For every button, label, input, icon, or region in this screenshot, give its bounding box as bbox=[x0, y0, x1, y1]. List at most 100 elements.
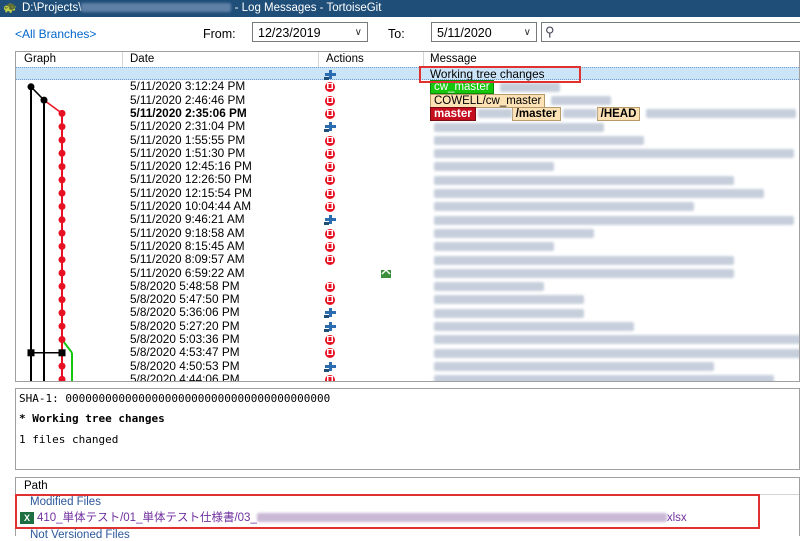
modified-icon bbox=[324, 201, 336, 212]
log-row[interactable]: 5/8/2020 4:50:53 PM bbox=[16, 359, 799, 373]
log-row[interactable]: 5/11/2020 2:46:46 PM COWELL/cw_master bbox=[16, 93, 799, 108]
redacted-message bbox=[434, 122, 604, 132]
graph-node bbox=[58, 123, 66, 131]
title-bar: 🐢 D:\Projects\ - Log Messages - Tortoise… bbox=[0, 0, 800, 17]
redacted-path bbox=[81, 3, 232, 13]
search-input[interactable]: ⚲ bbox=[541, 22, 800, 42]
modified-icon bbox=[324, 135, 336, 146]
redacted-message bbox=[434, 375, 774, 381]
column-graph[interactable]: Graph bbox=[24, 53, 56, 65]
graph-node bbox=[58, 203, 66, 210]
log-list[interactable]: Graph Date Actions Message Working tree … bbox=[15, 51, 800, 382]
redacted-remote bbox=[562, 109, 597, 119]
log-row[interactable]: 5/8/2020 5:48:58 PM bbox=[16, 279, 799, 293]
column-path[interactable]: Path bbox=[24, 480, 48, 492]
log-row[interactable]: 5/11/2020 12:26:50 PM bbox=[16, 173, 799, 186]
commit-date: 5/11/2020 9:18:58 AM bbox=[130, 225, 245, 240]
log-row[interactable]: 5/8/2020 5:03:36 PM bbox=[16, 333, 799, 346]
commit-date: 5/11/2020 2:31:04 PM bbox=[130, 119, 246, 134]
modified-icon bbox=[324, 148, 336, 159]
column-message[interactable]: Message bbox=[430, 53, 477, 65]
log-row[interactable]: 5/11/2020 10:04:44 AM bbox=[16, 200, 799, 213]
commit-date: 5/11/2020 9:46:21 AM bbox=[130, 212, 245, 227]
commit-message bbox=[430, 267, 734, 280]
commit-date: 5/11/2020 2:35:06 PM bbox=[130, 105, 247, 120]
commit-details-pane[interactable]: SHA-1: 000000000000000000000000000000000… bbox=[15, 388, 800, 470]
commit-icon bbox=[324, 69, 336, 80]
log-row[interactable]: 5/11/2020 12:45:16 PM bbox=[16, 160, 799, 173]
commit-date: 5/8/2020 4:53:47 PM bbox=[130, 345, 240, 360]
modified-icon bbox=[324, 174, 336, 186]
commit-date: 5/11/2020 8:15:45 AM bbox=[130, 238, 245, 253]
commit-message bbox=[430, 173, 734, 186]
commit-icon bbox=[324, 321, 336, 332]
commit-date: 5/11/2020 12:26:50 PM bbox=[130, 172, 252, 187]
redacted-message bbox=[434, 135, 644, 145]
log-row[interactable]: 5/8/2020 5:27:20 PM bbox=[16, 319, 799, 333]
redacted-message bbox=[434, 228, 594, 238]
modified-icon bbox=[324, 81, 336, 93]
log-row[interactable]: 5/11/2020 8:09:57 AM bbox=[16, 253, 799, 266]
graph-node bbox=[58, 216, 66, 224]
log-row[interactable]: 5/8/2020 5:47:50 PM bbox=[16, 293, 799, 306]
search-icon[interactable]: ⚲ bbox=[545, 23, 555, 41]
redacted-message bbox=[434, 162, 554, 172]
commit-message bbox=[430, 333, 799, 346]
log-row[interactable]: 5/11/2020 8:15:45 AM bbox=[16, 238, 799, 253]
commit-message bbox=[430, 280, 544, 293]
graph-node bbox=[58, 322, 66, 330]
commit-icon bbox=[324, 307, 336, 319]
log-row[interactable]: 5/11/2020 1:55:55 PM bbox=[16, 132, 799, 147]
to-date-value: 5/11/2020 bbox=[437, 26, 492, 40]
log-row[interactable]: 5/11/2020 2:35:06 PM master/master/HEAD bbox=[16, 105, 799, 121]
log-row[interactable]: 5/11/2020 9:46:21 AM bbox=[16, 213, 799, 226]
modified-icon bbox=[324, 241, 336, 252]
log-row[interactable]: 5/11/2020 9:18:58 AM bbox=[16, 225, 799, 240]
changed-files-pane[interactable]: Path Modified Files X 410_単体テスト/01_単体テスト仕… bbox=[15, 477, 800, 541]
to-date-picker[interactable]: 5/11/2020 ∨ bbox=[431, 22, 537, 42]
redacted-message bbox=[434, 322, 634, 332]
log-row[interactable]: 5/11/2020 2:31:04 PM bbox=[16, 120, 799, 133]
branch-tag[interactable]: /master bbox=[511, 106, 561, 121]
chevron-down-icon[interactable]: ∨ bbox=[355, 23, 362, 43]
redacted-message bbox=[434, 189, 764, 199]
from-date-picker[interactable]: 12/23/2019 ∨ bbox=[252, 22, 368, 42]
redacted-message bbox=[434, 175, 734, 185]
chevron-down-icon[interactable]: ∨ bbox=[524, 23, 531, 43]
column-date[interactable]: Date bbox=[130, 53, 154, 65]
commit-date: 5/11/2020 8:09:57 AM bbox=[130, 252, 245, 267]
commit-date: 5/11/2020 1:55:55 PM bbox=[130, 132, 246, 147]
graph-node bbox=[58, 349, 66, 357]
graph-node bbox=[27, 349, 35, 357]
redacted-remote bbox=[477, 109, 512, 119]
log-list-header: Graph Date Actions Message bbox=[16, 52, 799, 68]
modified-icon bbox=[324, 254, 336, 266]
graph-node bbox=[58, 282, 66, 290]
log-row[interactable]: 5/8/2020 4:44:06 PM bbox=[16, 372, 799, 381]
commit-message: COWELL/cw_master bbox=[430, 93, 612, 108]
commit-message bbox=[430, 346, 799, 359]
log-row[interactable]: 5/11/2020 1:51:30 PM bbox=[16, 146, 799, 160]
log-row[interactable]: 5/11/2020 3:12:24 PM cw_master bbox=[16, 80, 799, 95]
sha-line: SHA-1: 000000000000000000000000000000000… bbox=[19, 392, 331, 405]
branch-tag[interactable]: /HEAD bbox=[596, 106, 641, 121]
all-branches-link[interactable]: <All Branches> bbox=[15, 27, 96, 41]
commit-date: 5/11/2020 10:04:44 AM bbox=[130, 199, 252, 213]
redacted-message bbox=[434, 242, 554, 252]
files-header: Path bbox=[16, 478, 799, 495]
graph-node bbox=[58, 296, 66, 304]
log-row[interactable]: 5/11/2020 6:59:22 AM bbox=[16, 266, 799, 280]
branch-tag[interactable]: master bbox=[430, 106, 476, 121]
log-row[interactable]: 5/11/2020 12:15:54 PM bbox=[16, 186, 799, 200]
branch-tag[interactable]: COWELL/cw_master bbox=[430, 93, 546, 108]
not-versioned-group[interactable]: Not Versioned Files bbox=[30, 529, 130, 541]
column-actions[interactable]: Actions bbox=[326, 53, 364, 65]
modified-icon bbox=[324, 188, 336, 199]
log-row[interactable]: 5/8/2020 4:53:47 PM bbox=[16, 346, 799, 359]
log-row[interactable]: 5/8/2020 5:36:06 PM bbox=[16, 306, 799, 319]
rename-icon bbox=[380, 268, 392, 279]
redacted-message bbox=[434, 215, 794, 225]
modified-icon bbox=[324, 294, 336, 306]
log-row[interactable]: Working tree changes bbox=[16, 67, 799, 81]
redacted-message bbox=[434, 202, 694, 212]
